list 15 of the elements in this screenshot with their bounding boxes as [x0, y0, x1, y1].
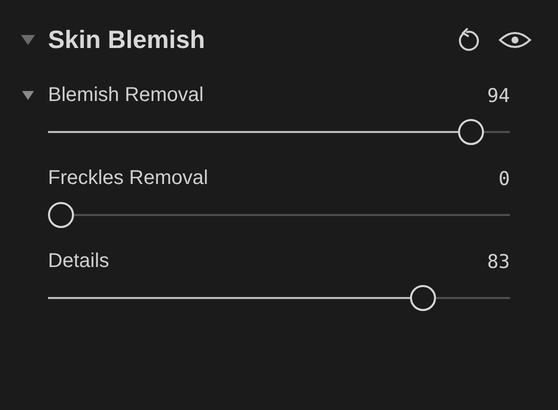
slider-value: 0	[498, 168, 510, 190]
slider-label: Blemish Removal	[48, 84, 205, 107]
slider-track[interactable]	[48, 119, 510, 145]
slider-thumb[interactable]	[48, 202, 74, 228]
slider-thumb[interactable]	[410, 285, 436, 311]
slider-value: 94	[487, 84, 510, 106]
slider-track[interactable]	[48, 202, 510, 228]
slider-thumb[interactable]	[458, 119, 484, 145]
slider-label: Details	[48, 250, 110, 273]
slider-label: Freckles Removal	[48, 167, 210, 190]
collapse-triangle-icon[interactable]	[20, 34, 36, 46]
slider-value: 83	[487, 250, 510, 272]
section-title: Skin Blemish	[48, 26, 206, 54]
slider-track[interactable]	[48, 285, 510, 311]
expand-triangle-icon[interactable]	[22, 91, 34, 100]
